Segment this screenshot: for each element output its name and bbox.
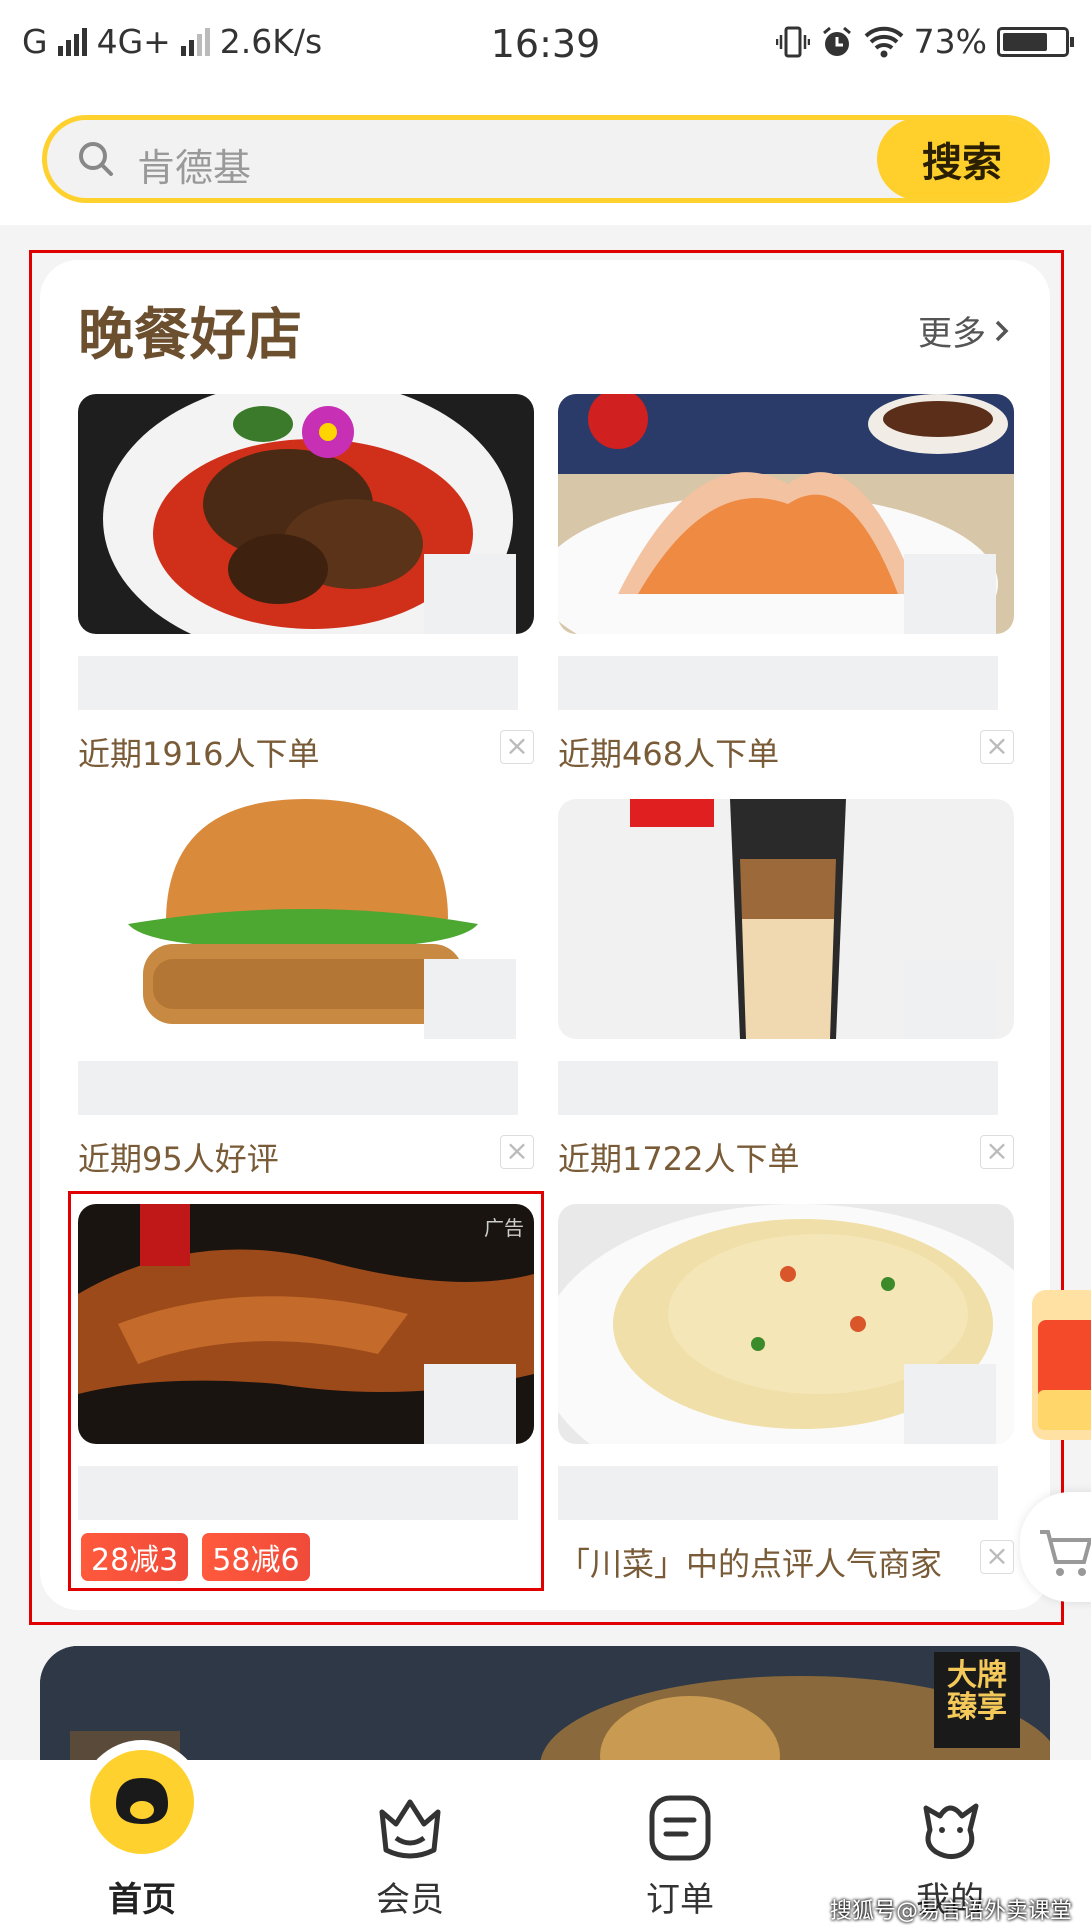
search-header: 肯德基 搜索 xyxy=(0,90,1091,225)
floating-cart-icon[interactable] xyxy=(1020,1492,1091,1602)
shop-name-placeholder xyxy=(78,656,518,710)
shop-logo-placeholder xyxy=(424,1364,516,1444)
shop-card[interactable]: 近期95人好评 × xyxy=(78,799,534,1178)
shop-name-placeholder xyxy=(558,1061,998,1115)
alarm-icon xyxy=(822,26,851,56)
close-icon[interactable]: × xyxy=(980,1540,1014,1574)
discount-tag: 28减3 xyxy=(81,1533,189,1581)
crown-basket-icon xyxy=(379,1799,441,1859)
shop-image-fried-rice xyxy=(558,1204,1014,1444)
status-right: 73% xyxy=(775,22,1074,61)
shop-logo-placeholder xyxy=(904,554,996,634)
banner-badge: 大牌臻享 xyxy=(934,1652,1020,1748)
shop-card-ad[interactable]: 广告 28减3 58减6 xyxy=(78,1204,534,1581)
home-face-icon[interactable] xyxy=(90,1750,194,1854)
close-icon[interactable]: × xyxy=(500,730,534,764)
shop-name-placeholder xyxy=(78,1061,518,1115)
close-icon[interactable]: × xyxy=(980,730,1014,764)
shop-meta: 近期95人好评 xyxy=(78,1140,279,1178)
close-icon[interactable]: × xyxy=(980,1135,1014,1169)
shop-card[interactable]: 「川菜」中的点评人气商家 × xyxy=(558,1204,1014,1583)
tab-orders[interactable]: 订单 xyxy=(600,1760,760,1932)
shop-name-placeholder xyxy=(558,656,998,710)
shop-name-placeholder xyxy=(78,1466,518,1520)
close-icon[interactable]: × xyxy=(500,1135,534,1169)
shop-meta: 近期468人下单 xyxy=(558,735,780,773)
shop-card[interactable]: 近期468人下单 × xyxy=(558,394,1014,773)
discount-tags: 28减3 58减6 xyxy=(81,1533,310,1581)
search-placeholder: 肯德基 xyxy=(137,146,252,190)
shop-logo-placeholder xyxy=(424,959,516,1039)
shop-meta: 近期1722人下单 xyxy=(558,1140,800,1178)
shop-image-chicken xyxy=(558,394,1014,634)
shop-meta: 「川菜」中的点评人气商家 xyxy=(558,1545,943,1583)
battery-percent: 73% xyxy=(913,22,987,61)
discount-tag: 58减6 xyxy=(202,1533,310,1581)
floating-coupon-icon[interactable] xyxy=(1028,1290,1091,1440)
shop-logo-placeholder xyxy=(904,959,996,1039)
chevron-right-icon xyxy=(995,320,1009,341)
tab-member[interactable]: 会员 xyxy=(330,1760,490,1932)
shop-card[interactable]: 近期1722人下单 × xyxy=(558,799,1014,1178)
more-label: 更多 xyxy=(918,314,986,354)
shop-image-burger xyxy=(78,799,534,1039)
search-input[interactable]: 肯德基 搜索 xyxy=(42,115,1050,203)
banner-image xyxy=(40,1646,1050,1766)
tab-label: 订单 xyxy=(646,1880,714,1920)
watermark: 搜狐号@易言语外卖课堂 xyxy=(830,1899,1073,1924)
shop-card[interactable]: 近期1916人下单 × xyxy=(78,394,534,773)
shop-name-placeholder xyxy=(558,1466,998,1520)
shop-image-chicken-feet: 广告 xyxy=(78,1204,534,1444)
status-bar: G 4G+ 2.6K/s 16:39 73% xyxy=(0,0,1091,90)
tab-label: 会员 xyxy=(376,1880,444,1920)
battery-icon xyxy=(997,26,1074,57)
promo-banner[interactable]: 大牌臻享 xyxy=(40,1646,1050,1766)
more-link[interactable]: 更多 xyxy=(918,306,1010,355)
ad-label: 广告 xyxy=(484,1216,524,1240)
shop-meta: 近期1916人下单 xyxy=(78,735,320,773)
shop-logo-placeholder xyxy=(424,554,516,634)
order-list-icon xyxy=(649,1795,711,1861)
section-title: 晚餐好店 xyxy=(78,303,302,368)
search-icon xyxy=(79,142,113,176)
tab-label: 首页 xyxy=(108,1880,176,1920)
vibrate-icon xyxy=(775,26,810,57)
shop-image-duck xyxy=(78,394,534,634)
profile-icon xyxy=(923,1803,979,1860)
search-button[interactable]: 搜索 xyxy=(877,120,1045,198)
wifi-icon xyxy=(864,26,904,57)
shop-logo-placeholder xyxy=(904,1364,996,1444)
shop-image-milk-tea xyxy=(558,799,1014,1039)
